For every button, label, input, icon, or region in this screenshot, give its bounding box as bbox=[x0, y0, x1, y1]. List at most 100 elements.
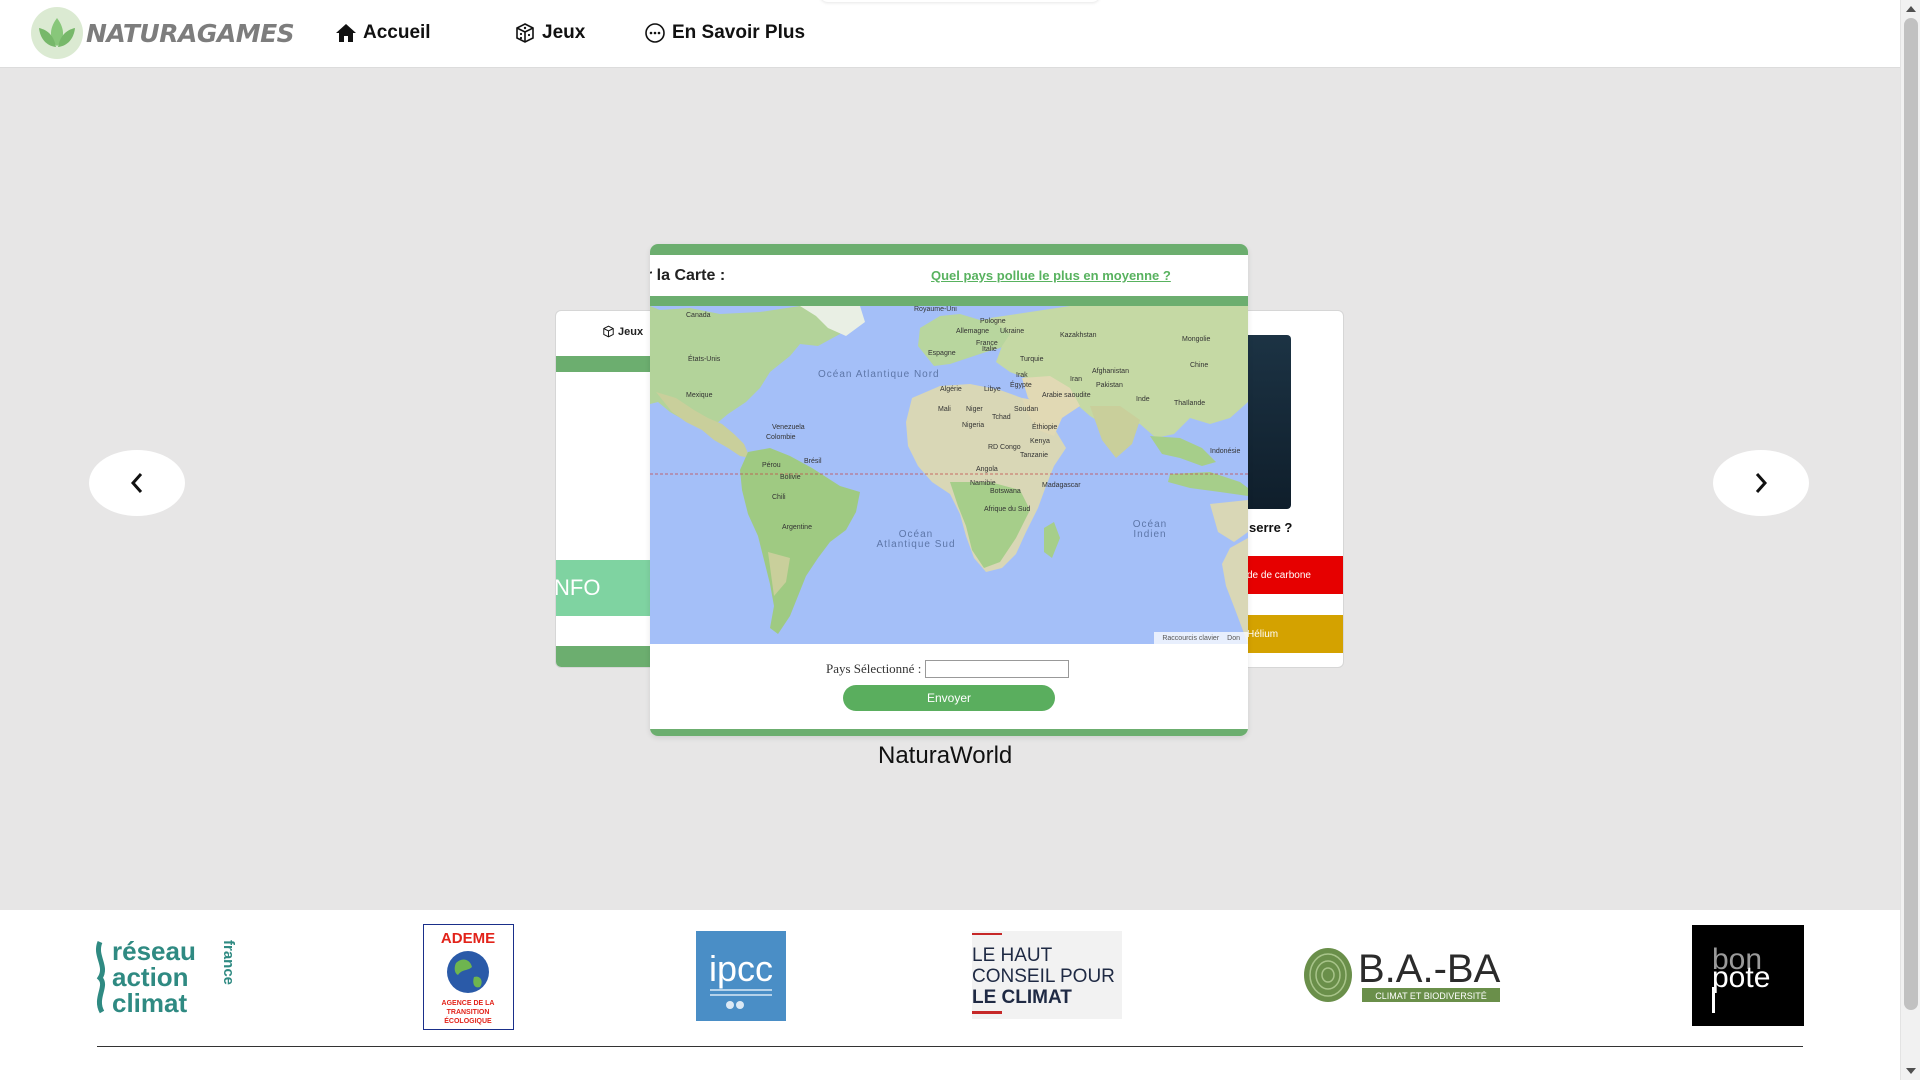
map-country-label: Chili bbox=[772, 494, 786, 501]
navbar: NATURAGAMES Accueil Jeux En Savoir Plus bbox=[0, 0, 1900, 68]
map-country-label: Irak bbox=[1016, 372, 1028, 379]
ipcc-text: ipcc bbox=[709, 948, 773, 989]
scroll-thumb[interactable] bbox=[1904, 18, 1918, 1010]
map-country-label: Indonésie bbox=[1210, 448, 1241, 455]
home-icon bbox=[336, 24, 356, 42]
hcc-logo: LE HAUT CONSEIL POUR LE CLIMAT bbox=[972, 933, 1115, 1014]
brand-logo[interactable]: NATURAGAMES bbox=[30, 6, 295, 60]
top-tab-decoration bbox=[820, 0, 1100, 2]
nav-home-label: Accueil bbox=[363, 22, 431, 43]
map-country-label: Bolivie bbox=[780, 474, 801, 481]
carousel-card-next[interactable]: serre ? de de carbone Hélium bbox=[1232, 310, 1344, 668]
left-card-header-label: Jeux bbox=[618, 325, 644, 338]
partner-ademe[interactable]: ADEME AGENCE DE LA TRANSITION ÉCOLOGIQUE bbox=[423, 924, 514, 1030]
carousel-next-button[interactable] bbox=[1713, 450, 1809, 516]
map-country-label: Pologne bbox=[980, 318, 1006, 325]
carousel-card-active[interactable]: r la Carte : Quel pays pollue le plus en… bbox=[650, 244, 1248, 736]
page-scrollbar[interactable] bbox=[1900, 0, 1920, 1080]
bon-pote-line-2: pote bbox=[1712, 961, 1770, 994]
map-country-label: Pakistan bbox=[1096, 382, 1123, 389]
active-game-name: NaturaWorld bbox=[878, 742, 1013, 769]
hcc-line-2: CONSEIL POUR bbox=[972, 966, 1115, 987]
selected-country-input[interactable] bbox=[925, 660, 1070, 678]
map-country-label: Canada bbox=[686, 312, 711, 319]
map-country-label: Tchad bbox=[992, 414, 1011, 421]
map-footer: Raccourcis clavier Don bbox=[1154, 632, 1248, 644]
card-middle-bar bbox=[650, 296, 1248, 306]
footer-divider bbox=[97, 1046, 1803, 1047]
ademe-bottom-2: TRANSITION bbox=[447, 1009, 490, 1016]
ocean-label-south-atlantic: Océan Atlantique Sud bbox=[876, 529, 956, 550]
partner-ipcc[interactable]: ipcc bbox=[696, 931, 786, 1021]
nav-more[interactable]: En Savoir Plus bbox=[644, 22, 805, 44]
partner-reseau-action-climat[interactable]: réseau action climat france bbox=[94, 936, 244, 1018]
map-country-label: Espagne bbox=[928, 350, 956, 357]
world-map[interactable]: Canada Royaume-Uni Pologne Allemagne Ukraine… bbox=[650, 306, 1248, 644]
bon-pote-logo: bon pote bbox=[1712, 943, 1770, 1013]
map-country-label: Mexique bbox=[686, 392, 713, 399]
map-country-label: Royaume-Uni bbox=[914, 306, 957, 313]
map-country-label: Tanzanie bbox=[1020, 452, 1049, 459]
map-country-label: Pérou bbox=[762, 462, 781, 469]
carousel-prev-button[interactable] bbox=[89, 450, 185, 516]
reseau-action-climat-logo: réseau action climat france bbox=[96, 936, 237, 1018]
map-country-label: Turquie bbox=[1020, 356, 1044, 363]
right-card-question: serre ? bbox=[1249, 520, 1293, 535]
more-dots-icon bbox=[645, 23, 665, 43]
partner-ba-ba[interactable]: B.A.-BA CLIMAT ET BIODIVERSITÉ bbox=[1304, 946, 1502, 1004]
map-country-label: Italie bbox=[982, 346, 997, 353]
left-card-header: Jeux bbox=[602, 325, 643, 338]
map-country-label: Brésil bbox=[804, 458, 822, 465]
nav-home[interactable]: Accueil bbox=[335, 22, 431, 44]
scroll-down-arrow-icon[interactable] bbox=[1906, 1068, 1916, 1074]
ocean-label-north-atlantic: Océan Atlantique Nord bbox=[818, 369, 940, 380]
left-card-bottom-bar bbox=[556, 646, 664, 667]
map-country-label: Afrique du Sud bbox=[984, 506, 1031, 513]
map-country-label: Venezuela bbox=[772, 424, 805, 431]
card-bottom-bar bbox=[650, 729, 1248, 736]
right-card-answer-yellow[interactable]: Hélium bbox=[1233, 615, 1343, 653]
left-card-green-bar bbox=[556, 356, 664, 372]
map-country-label: RD Congo bbox=[988, 444, 1021, 451]
map-country-label: États-Unis bbox=[688, 356, 721, 363]
map-country-label: Ukraine bbox=[1000, 328, 1025, 335]
chevron-left-icon bbox=[130, 473, 143, 493]
map-keyboard-shortcuts[interactable]: Raccourcis clavier bbox=[1162, 635, 1219, 642]
map-country-label: Botswana bbox=[990, 488, 1021, 495]
ademe-top: ADEME bbox=[441, 930, 495, 947]
nav-more-label: En Savoir Plus bbox=[672, 22, 806, 43]
ipcc-logo: ipcc bbox=[709, 948, 773, 1009]
submit-button[interactable]: Envoyer bbox=[843, 685, 1055, 711]
left-card-info-button[interactable]: NFO bbox=[556, 560, 664, 616]
map-country-label: Niger bbox=[966, 406, 983, 413]
map-country-label: Argentine bbox=[782, 524, 812, 531]
polluter-question-link[interactable]: Quel pays pollue le plus en moyenne ? bbox=[931, 268, 1171, 283]
map-country-label: Inde bbox=[1136, 396, 1150, 403]
map-country-label: Allemagne bbox=[956, 328, 990, 335]
right-card-answer-red[interactable]: de de carbone bbox=[1233, 556, 1343, 594]
card-top-bar bbox=[650, 244, 1248, 255]
scroll-up-arrow-icon[interactable] bbox=[1906, 6, 1916, 12]
left-card-info-label: NFO bbox=[555, 575, 601, 600]
nav-games[interactable]: Jeux bbox=[514, 22, 585, 44]
map-country-label: Libye bbox=[984, 386, 1001, 393]
selected-country-label: Pays Sélectionné : bbox=[826, 661, 922, 676]
map-country-label: Kenya bbox=[1030, 438, 1050, 445]
map-country-label: Chine bbox=[1190, 362, 1209, 369]
partner-bon-pote[interactable]: bon pote bbox=[1692, 925, 1804, 1026]
hcc-line-1: LE HAUT bbox=[972, 945, 1053, 966]
ocean-label-indian: Océan Indien bbox=[1132, 519, 1168, 540]
carousel-card-previous[interactable]: Jeux NFO bbox=[555, 310, 665, 668]
map-data-link[interactable]: Don bbox=[1227, 635, 1240, 642]
dice-icon bbox=[603, 325, 614, 338]
selected-country-row: Pays Sélectionné : bbox=[826, 660, 1070, 678]
chevron-right-icon bbox=[1755, 473, 1768, 493]
map-country-label: Mali bbox=[938, 406, 951, 413]
map-country-label: Colombie bbox=[766, 434, 796, 441]
map-country-label: Éthiopie bbox=[1032, 424, 1058, 431]
ba-ba-subtitle: CLIMAT ET BIODIVERSITÉ bbox=[1375, 991, 1487, 1001]
partner-haut-conseil-climat[interactable]: LE HAUT CONSEIL POUR LE CLIMAT bbox=[972, 931, 1122, 1019]
ba-ba-title: B.A.-BA bbox=[1358, 947, 1501, 991]
nav-games-label: Jeux bbox=[542, 22, 586, 43]
map-country-label: Namibie bbox=[970, 480, 996, 487]
